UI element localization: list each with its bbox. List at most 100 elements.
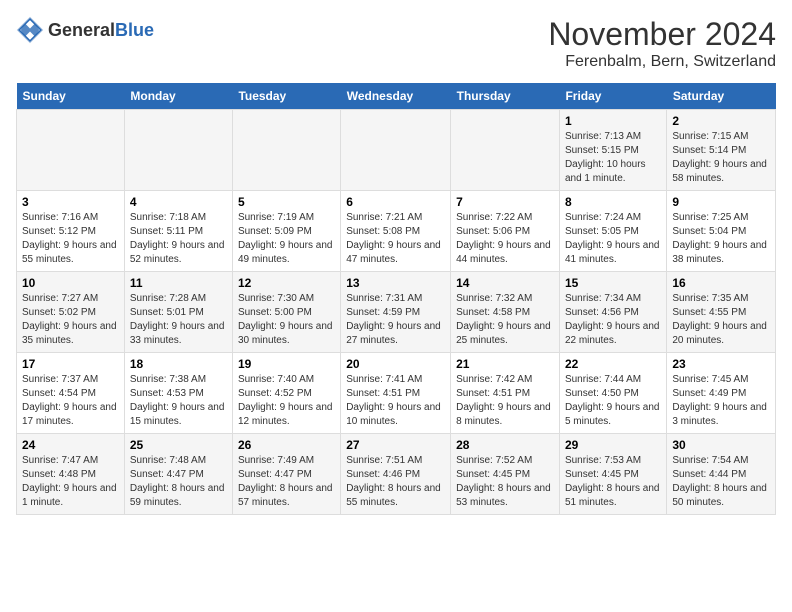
calendar-cell: 26 Sunrise: 7:49 AM Sunset: 4:47 PM Dayli… (232, 434, 340, 515)
weekday-header-row: SundayMondayTuesdayWednesdayThursdayFrid… (17, 83, 776, 110)
calendar-cell (341, 110, 451, 191)
calendar-cell: 16Sunrise: 7:35 AM Sunset: 4:55 PM Dayli… (667, 272, 776, 353)
day-info: Sunrise: 7:54 AM Sunset: 4:44 PM Dayligh… (672, 454, 770, 510)
weekday-header-thursday: Thursday (451, 83, 560, 110)
day-info: Sunrise: 7:27 AM Sunset: 5:02 PM Dayligh… (22, 292, 119, 348)
calendar-cell: 5 Sunrise: 7:19 AM Sunset: 5:09 PM Daylig… (232, 191, 340, 272)
calendar-cell: 21 Sunrise: 7:42 AM Sunset: 4:51 PM Dayli… (451, 353, 560, 434)
logo: General Blue (16, 16, 154, 44)
calendar-cell: 29 Sunrise: 7:53 AM Sunset: 4:45 PM Dayli… (559, 434, 666, 515)
day-info: Sunrise: 7:15 AM Sunset: 5:14 PM Dayligh… (672, 130, 770, 186)
day-number: 29 (565, 438, 661, 452)
day-info: Sunrise: 7:21 AM Sunset: 5:08 PM Dayligh… (346, 211, 445, 267)
header: General Blue November 2024 Ferenbalm, Be… (16, 16, 776, 71)
calendar-cell: 24Sunrise: 7:47 AM Sunset: 4:48 PM Dayli… (17, 434, 125, 515)
day-info: Sunrise: 7:44 AM Sunset: 4:50 PM Dayligh… (565, 373, 661, 429)
calendar-cell: 18 Sunrise: 7:38 AM Sunset: 4:53 PM Dayli… (124, 353, 232, 434)
day-info: Sunrise: 7:42 AM Sunset: 4:51 PM Dayligh… (456, 373, 554, 429)
day-info: Sunrise: 7:53 AM Sunset: 4:45 PM Dayligh… (565, 454, 661, 510)
calendar-cell: 19Sunrise: 7:40 AM Sunset: 4:52 PM Dayli… (232, 353, 340, 434)
weekday-header-sunday: Sunday (17, 83, 125, 110)
week-row-3: 10 Sunrise: 7:27 AM Sunset: 5:02 PM Dayli… (17, 272, 776, 353)
day-info: Sunrise: 7:25 AM Sunset: 5:04 PM Dayligh… (672, 211, 770, 267)
day-number: 13 (346, 276, 445, 290)
day-info: Sunrise: 7:34 AM Sunset: 4:56 PM Dayligh… (565, 292, 661, 348)
week-row-5: 24Sunrise: 7:47 AM Sunset: 4:48 PM Dayli… (17, 434, 776, 515)
day-info: Sunrise: 7:18 AM Sunset: 5:11 PM Dayligh… (130, 211, 227, 267)
day-info: Sunrise: 7:45 AM Sunset: 4:49 PM Dayligh… (672, 373, 770, 429)
weekday-header-saturday: Saturday (667, 83, 776, 110)
calendar-cell: 11Sunrise: 7:28 AM Sunset: 5:01 PM Dayli… (124, 272, 232, 353)
calendar-cell: 27 Sunrise: 7:51 AM Sunset: 4:46 PM Dayli… (341, 434, 451, 515)
calendar-cell: 3 Sunrise: 7:16 AM Sunset: 5:12 PM Daylig… (17, 191, 125, 272)
day-number: 19 (238, 357, 335, 371)
day-number: 18 (130, 357, 227, 371)
day-number: 9 (672, 195, 770, 209)
week-row-4: 17Sunrise: 7:37 AM Sunset: 4:54 PM Dayli… (17, 353, 776, 434)
calendar-cell: 25 Sunrise: 7:48 AM Sunset: 4:47 PM Dayli… (124, 434, 232, 515)
week-row-1: 1 Sunrise: 7:13 AM Sunset: 5:15 PM Daylig… (17, 110, 776, 191)
day-info: Sunrise: 7:19 AM Sunset: 5:09 PM Dayligh… (238, 211, 335, 267)
day-number: 20 (346, 357, 445, 371)
calendar-cell (124, 110, 232, 191)
day-number: 15 (565, 276, 661, 290)
day-info: Sunrise: 7:32 AM Sunset: 4:58 PM Dayligh… (456, 292, 554, 348)
title-area: November 2024 Ferenbalm, Bern, Switzerla… (548, 16, 776, 71)
logo-text-general: General (48, 20, 115, 41)
day-info: Sunrise: 7:41 AM Sunset: 4:51 PM Dayligh… (346, 373, 445, 429)
day-info: Sunrise: 7:16 AM Sunset: 5:12 PM Dayligh… (22, 211, 119, 267)
day-number: 22 (565, 357, 661, 371)
calendar-cell: 20 Sunrise: 7:41 AM Sunset: 4:51 PM Dayli… (341, 353, 451, 434)
day-number: 14 (456, 276, 554, 290)
calendar-cell: 9 Sunrise: 7:25 AM Sunset: 5:04 PM Daylig… (667, 191, 776, 272)
day-info: Sunrise: 7:13 AM Sunset: 5:15 PM Dayligh… (565, 130, 661, 186)
day-number: 26 (238, 438, 335, 452)
day-info: Sunrise: 7:48 AM Sunset: 4:47 PM Dayligh… (130, 454, 227, 510)
day-info: Sunrise: 7:38 AM Sunset: 4:53 PM Dayligh… (130, 373, 227, 429)
day-info: Sunrise: 7:37 AM Sunset: 4:54 PM Dayligh… (22, 373, 119, 429)
calendar-cell: 15 Sunrise: 7:34 AM Sunset: 4:56 PM Dayli… (559, 272, 666, 353)
day-number: 10 (22, 276, 119, 290)
weekday-header-friday: Friday (559, 83, 666, 110)
calendar-cell (451, 110, 560, 191)
calendar-cell: 6Sunrise: 7:21 AM Sunset: 5:08 PM Daylig… (341, 191, 451, 272)
calendar-cell: 30 Sunrise: 7:54 AM Sunset: 4:44 PM Dayli… (667, 434, 776, 515)
calendar-cell: 2 Sunrise: 7:15 AM Sunset: 5:14 PM Daylig… (667, 110, 776, 191)
day-number: 21 (456, 357, 554, 371)
calendar-cell: 28Sunrise: 7:52 AM Sunset: 4:45 PM Dayli… (451, 434, 560, 515)
logo-icon (16, 16, 44, 44)
day-info: Sunrise: 7:47 AM Sunset: 4:48 PM Dayligh… (22, 454, 119, 510)
calendar-cell: 17Sunrise: 7:37 AM Sunset: 4:54 PM Dayli… (17, 353, 125, 434)
day-info: Sunrise: 7:30 AM Sunset: 5:00 PM Dayligh… (238, 292, 335, 348)
day-number: 23 (672, 357, 770, 371)
day-number: 30 (672, 438, 770, 452)
day-number: 28 (456, 438, 554, 452)
calendar-cell: 13Sunrise: 7:31 AM Sunset: 4:59 PM Dayli… (341, 272, 451, 353)
day-number: 25 (130, 438, 227, 452)
weekday-header-tuesday: Tuesday (232, 83, 340, 110)
day-info: Sunrise: 7:51 AM Sunset: 4:46 PM Dayligh… (346, 454, 445, 510)
day-info: Sunrise: 7:22 AM Sunset: 5:06 PM Dayligh… (456, 211, 554, 267)
day-info: Sunrise: 7:49 AM Sunset: 4:47 PM Dayligh… (238, 454, 335, 510)
day-number: 8 (565, 195, 661, 209)
calendar-cell: 23 Sunrise: 7:45 AM Sunset: 4:49 PM Dayli… (667, 353, 776, 434)
day-info: Sunrise: 7:28 AM Sunset: 5:01 PM Dayligh… (130, 292, 227, 348)
day-number: 5 (238, 195, 335, 209)
day-number: 3 (22, 195, 119, 209)
calendar-cell: 7 Sunrise: 7:22 AM Sunset: 5:06 PM Daylig… (451, 191, 560, 272)
calendar-cell: 4Sunrise: 7:18 AM Sunset: 5:11 PM Daylig… (124, 191, 232, 272)
calendar-table: SundayMondayTuesdayWednesdayThursdayFrid… (16, 83, 776, 515)
calendar-cell: 10 Sunrise: 7:27 AM Sunset: 5:02 PM Dayli… (17, 272, 125, 353)
day-info: Sunrise: 7:24 AM Sunset: 5:05 PM Dayligh… (565, 211, 661, 267)
location-title: Ferenbalm, Bern, Switzerland (548, 53, 776, 71)
day-info: Sunrise: 7:35 AM Sunset: 4:55 PM Dayligh… (672, 292, 770, 348)
month-title: November 2024 (548, 16, 776, 53)
day-number: 1 (565, 114, 661, 128)
logo-text-blue: Blue (115, 20, 154, 41)
week-row-2: 3 Sunrise: 7:16 AM Sunset: 5:12 PM Daylig… (17, 191, 776, 272)
day-number: 2 (672, 114, 770, 128)
calendar-cell (232, 110, 340, 191)
day-number: 7 (456, 195, 554, 209)
day-number: 27 (346, 438, 445, 452)
calendar-cell: 8 Sunrise: 7:24 AM Sunset: 5:05 PM Daylig… (559, 191, 666, 272)
